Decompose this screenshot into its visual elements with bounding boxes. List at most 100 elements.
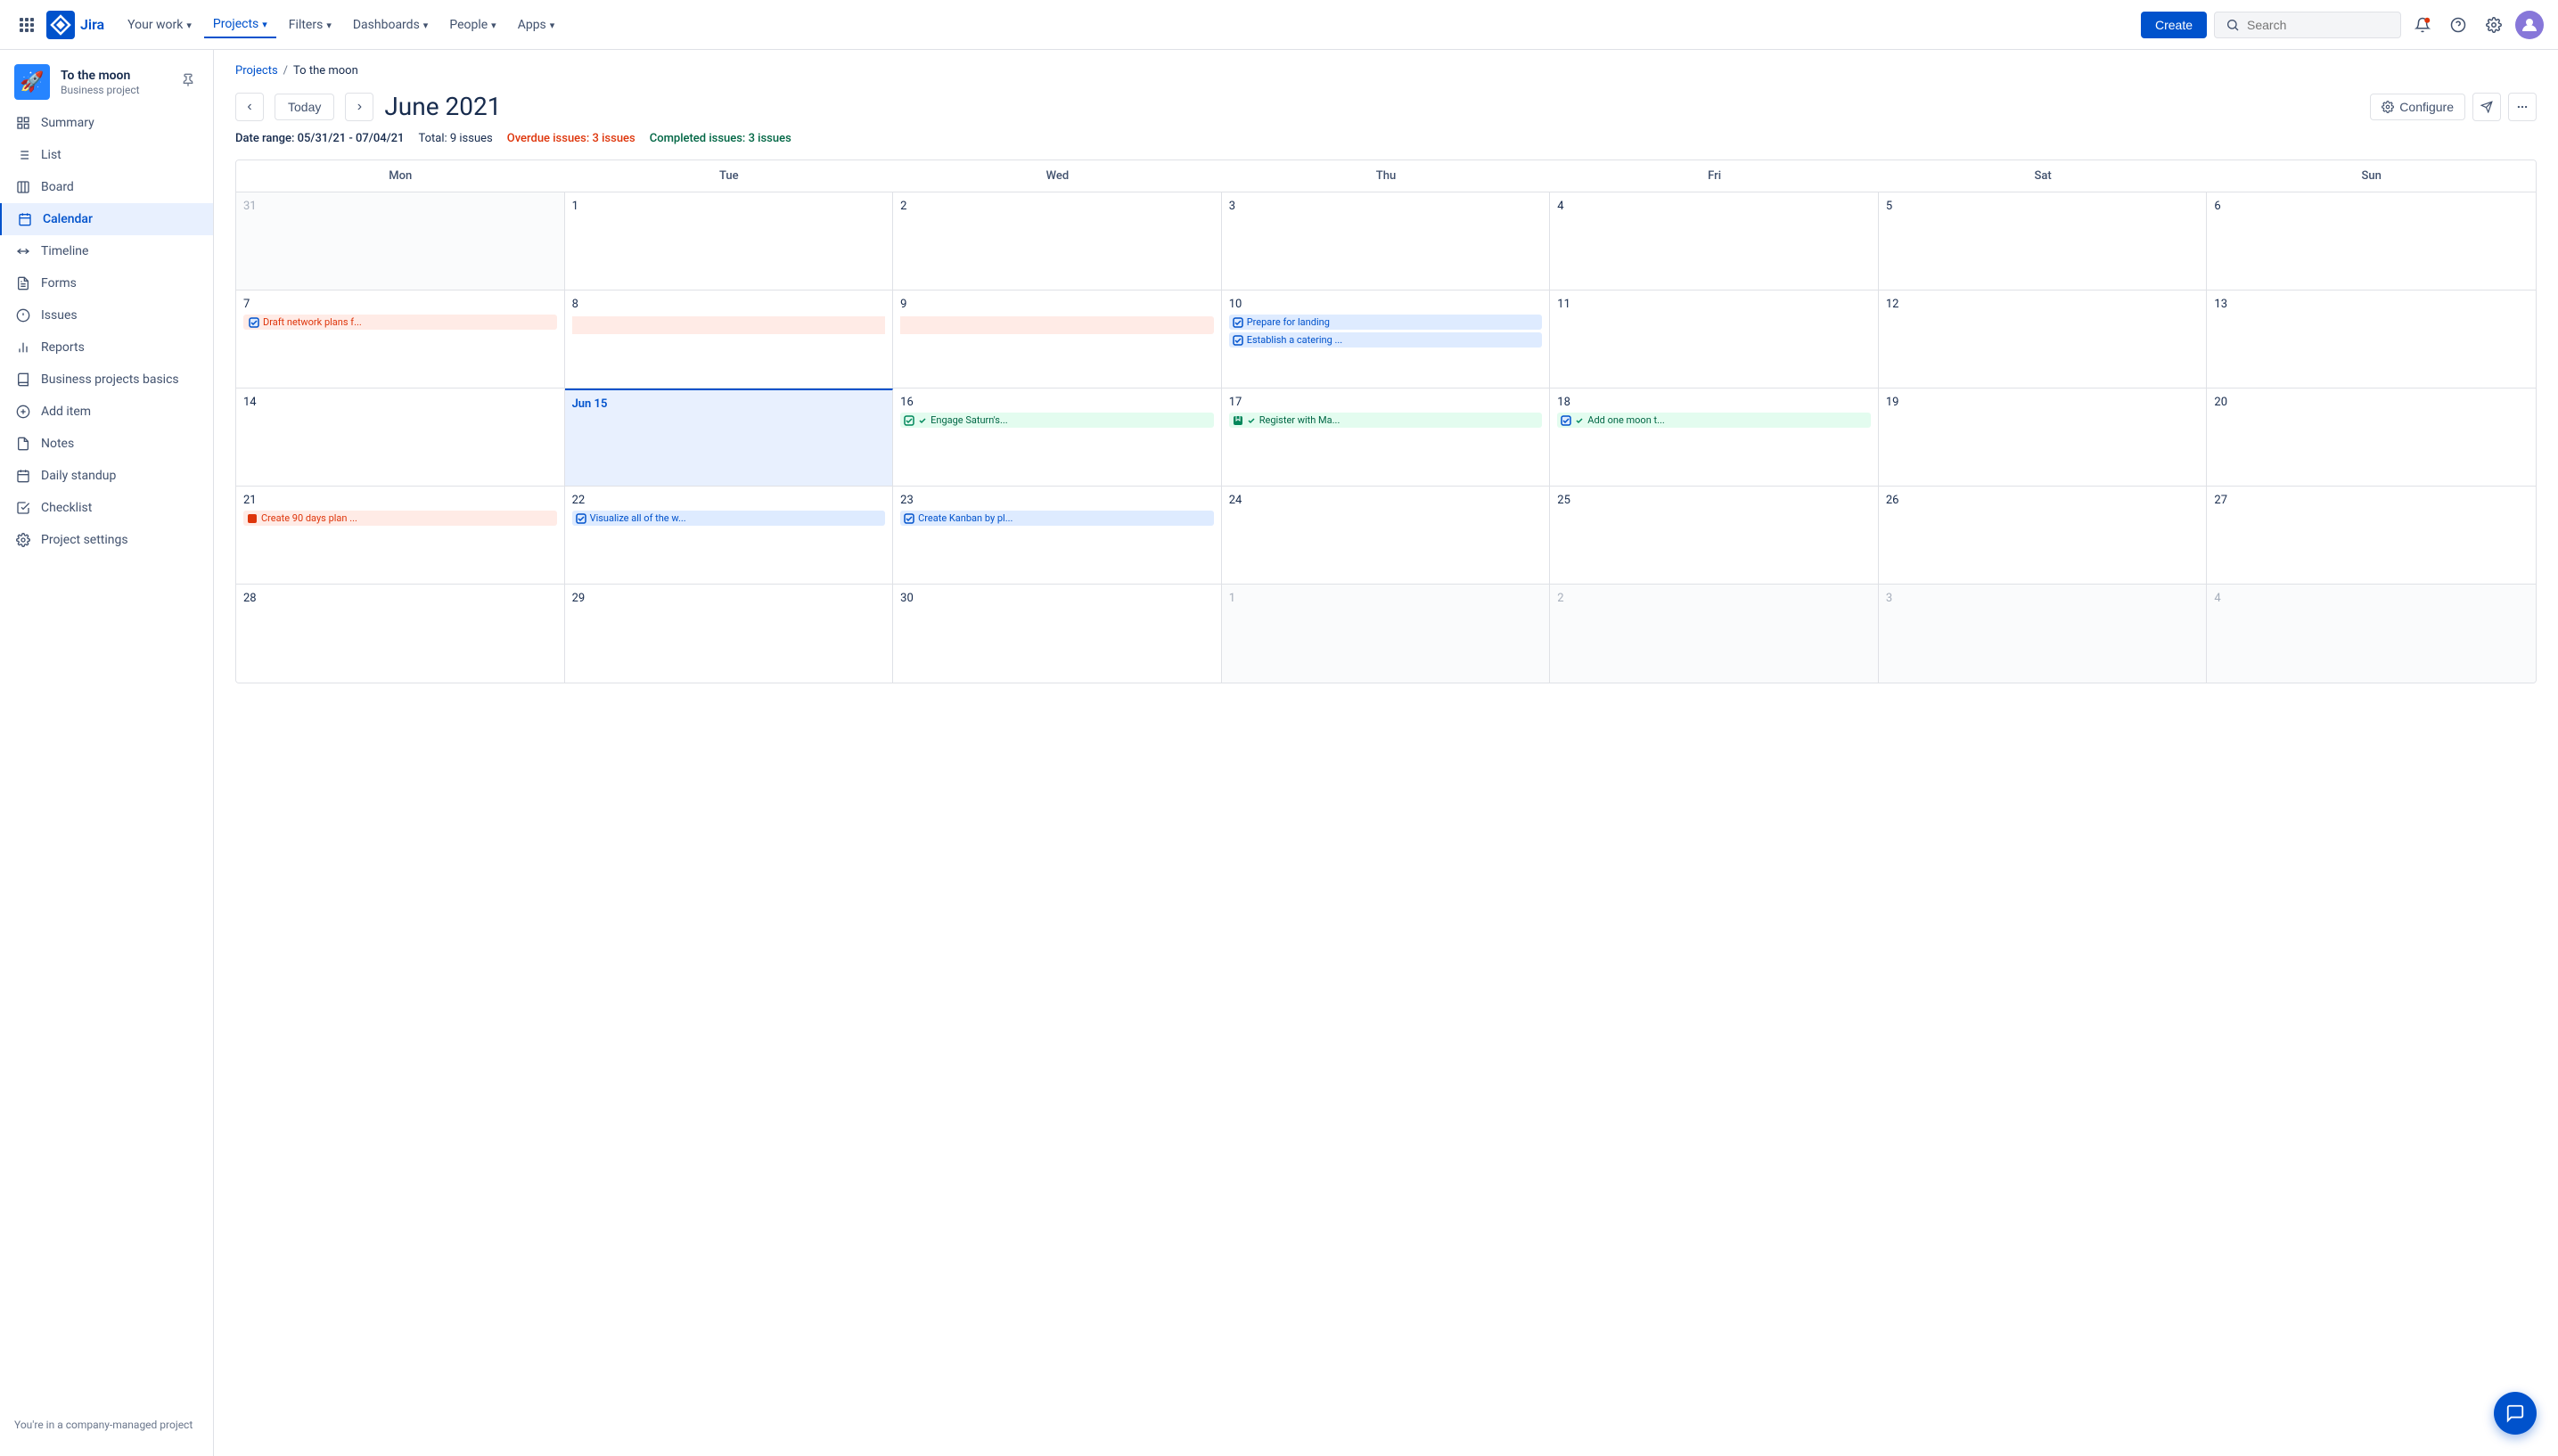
calendar-cell[interactable]: 21 Create 90 days plan ... — [236, 487, 565, 585]
sidebar-item-business-basics[interactable]: Business projects basics — [0, 364, 213, 396]
calendar-cell[interactable]: 8 — [565, 290, 894, 389]
sidebar-item-notes[interactable]: Notes — [0, 428, 213, 460]
calendar-cell[interactable]: 22 Visualize all of the w... — [565, 487, 894, 585]
sidebar-item-forms[interactable]: Forms — [0, 267, 213, 299]
project-icon: 🚀 — [14, 64, 50, 100]
user-avatar[interactable] — [2515, 11, 2544, 39]
calendar-cell[interactable]: 1 — [1222, 585, 1551, 683]
sidebar-item-board[interactable]: Board — [0, 171, 213, 203]
breadcrumb-current: To the moon — [293, 64, 358, 78]
sidebar-item-list[interactable]: List — [0, 139, 213, 171]
sidebar-item-summary[interactable]: Summary — [0, 107, 213, 139]
calendar-cell[interactable]: 5 — [1879, 192, 2208, 290]
completed-count: 3 issues — [749, 132, 791, 145]
event-draft-network[interactable]: Draft network plans f... — [243, 315, 557, 330]
event-span-end[interactable] — [900, 316, 1214, 334]
nav-filters[interactable]: Filters — [280, 12, 340, 37]
calendar-cell[interactable]: 27 — [2207, 487, 2536, 585]
calendar-cell[interactable]: 17 Register with Ma... — [1222, 389, 1551, 487]
logo-text: Jira — [80, 16, 104, 33]
calendar-cell[interactable]: 18 Add one moon t... — [1550, 389, 1879, 487]
sidebar-item-project-settings[interactable]: Project settings — [0, 524, 213, 556]
calendar-cell[interactable]: 4 — [2207, 585, 2536, 683]
calendar-cell-today[interactable]: Jun 15 — [565, 389, 894, 487]
sidebar-item-label: Reports — [41, 340, 85, 355]
calendar-cell[interactable]: 7 Draft network plans f... — [236, 290, 565, 389]
calendar-cell[interactable]: 28 — [236, 585, 565, 683]
prev-month-button[interactable]: ‹ — [235, 93, 264, 121]
calendar-cell[interactable]: 14 — [236, 389, 565, 487]
calendar-cell[interactable]: 20 — [2207, 389, 2536, 487]
event-prepare-landing[interactable]: Prepare for landing — [1229, 315, 1543, 330]
chat-fab-button[interactable] — [2494, 1392, 2537, 1435]
list-icon — [14, 146, 32, 164]
calendar-cell[interactable]: 3 — [1879, 585, 2208, 683]
calendar-cell[interactable]: 31 — [236, 192, 565, 290]
calendar-cell[interactable]: 1 — [565, 192, 894, 290]
event-register-ma[interactable]: Register with Ma... — [1229, 413, 1543, 428]
calendar-cell[interactable]: 9 — [893, 290, 1222, 389]
more-options-button[interactable] — [2508, 93, 2537, 121]
breadcrumb-projects-link[interactable]: Projects — [235, 64, 278, 78]
pin-button[interactable] — [177, 70, 199, 94]
bookmark-icon — [1233, 415, 1243, 426]
sidebar-item-reports[interactable]: Reports — [0, 331, 213, 364]
calendar-cell[interactable]: 12 — [1879, 290, 2208, 389]
sidebar-item-checklist[interactable]: Checklist — [0, 492, 213, 524]
search-box[interactable] — [2214, 12, 2401, 38]
event-engage-saturn[interactable]: Engage Saturn's... — [900, 413, 1214, 428]
calendar-cell[interactable]: 13 — [2207, 290, 2536, 389]
cell-events: Prepare for landing Establish a catering… — [1229, 315, 1543, 348]
jira-logo[interactable]: Jira — [46, 11, 104, 39]
calendar-cell[interactable]: 11 — [1550, 290, 1879, 389]
calendar-cell[interactable]: 6 — [2207, 192, 2536, 290]
calendar-cell[interactable]: 3 — [1222, 192, 1551, 290]
event-create-90-days[interactable]: Create 90 days plan ... — [243, 511, 557, 526]
project-info: To the moon Business project — [61, 68, 167, 96]
cell-date: 13 — [2214, 298, 2529, 311]
nav-people[interactable]: People — [440, 12, 504, 37]
event-add-one-moon[interactable]: Add one moon t... — [1557, 413, 1871, 428]
calendar-cell[interactable]: 4 — [1550, 192, 1879, 290]
calendar-cell[interactable]: 10 Prepare for landing Establish a cater… — [1222, 290, 1551, 389]
event-visualize-all[interactable]: Visualize all of the w... — [572, 511, 886, 526]
nav-apps[interactable]: Apps — [509, 12, 564, 37]
cell-events — [900, 315, 1214, 334]
calendar-cell[interactable]: 23 Create Kanban by pl... — [893, 487, 1222, 585]
announce-button[interactable] — [2472, 93, 2501, 121]
calendar-cell[interactable]: 19 — [1879, 389, 2208, 487]
nav-projects[interactable]: Projects — [204, 12, 276, 38]
sidebar-item-timeline[interactable]: Timeline — [0, 235, 213, 267]
search-input[interactable] — [2247, 18, 2390, 32]
sidebar-item-add-item[interactable]: Add item — [0, 396, 213, 428]
today-button[interactable]: Today — [275, 94, 334, 120]
sidebar-item-calendar[interactable]: Calendar — [0, 203, 213, 235]
apps-grid-icon[interactable] — [14, 12, 39, 37]
calendar-cell[interactable]: 26 — [1879, 487, 2208, 585]
calendar-cell[interactable]: 2 — [1550, 585, 1879, 683]
calendar-cell[interactable]: 29 — [565, 585, 894, 683]
nav-your-work[interactable]: Your work — [119, 12, 201, 37]
calendar-cell[interactable]: 16 Engage Saturn's... — [893, 389, 1222, 487]
calendar-cell[interactable]: 24 — [1222, 487, 1551, 585]
day-header-wed: Wed — [893, 160, 1222, 192]
settings-icon[interactable] — [2480, 11, 2508, 39]
calendar-cell[interactable]: 2 — [893, 192, 1222, 290]
calendar-cell[interactable]: 30 — [893, 585, 1222, 683]
sidebar-item-issues[interactable]: Issues — [0, 299, 213, 331]
event-establish-catering[interactable]: Establish a catering ... — [1229, 332, 1543, 348]
sidebar-item-daily-standup[interactable]: Daily standup — [0, 460, 213, 492]
event-create-kanban[interactable]: Create Kanban by pl... — [900, 511, 1214, 526]
nav-dashboards[interactable]: Dashboards — [344, 12, 437, 37]
sidebar-item-label: Checklist — [41, 501, 92, 515]
event-span-middle[interactable] — [572, 316, 886, 334]
next-month-button[interactable]: › — [345, 93, 373, 121]
daily-standup-icon — [14, 467, 32, 485]
sidebar-footer: You're in a company-managed project — [0, 1408, 213, 1442]
help-icon[interactable] — [2444, 11, 2472, 39]
create-button[interactable]: Create — [2141, 12, 2207, 38]
calendar-cell[interactable]: 25 — [1550, 487, 1879, 585]
notifications-icon[interactable] — [2408, 11, 2437, 39]
sidebar: 🚀 To the moon Business project Summary — [0, 50, 214, 1456]
configure-button[interactable]: Configure — [2370, 94, 2465, 120]
